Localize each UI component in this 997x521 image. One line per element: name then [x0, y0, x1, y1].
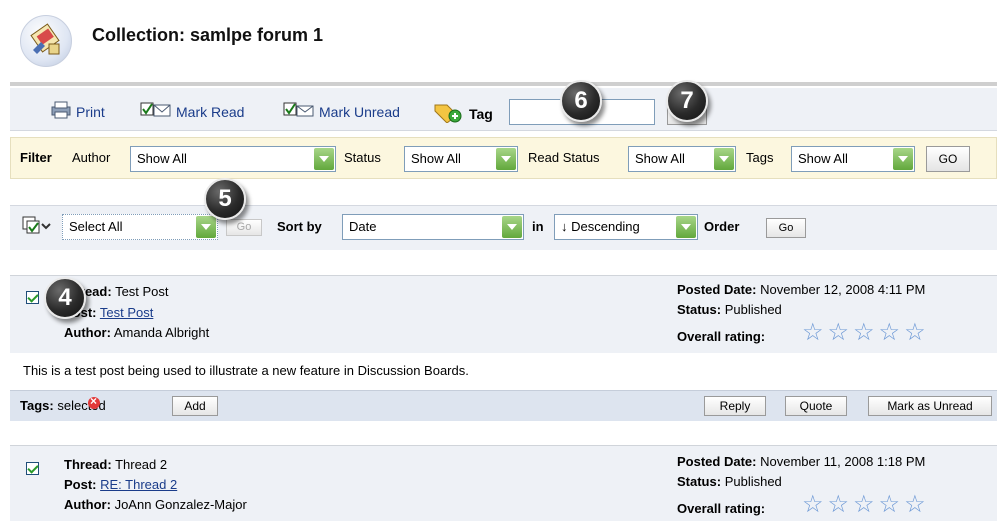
tag-label: Tag	[469, 105, 493, 122]
discussion-collection-icon	[20, 15, 72, 67]
sort-go-button[interactable]: Go	[766, 218, 806, 238]
chevron-down-icon	[314, 148, 334, 170]
select-go-button-disabled[interactable]: Go	[226, 219, 262, 236]
status-label: Status	[344, 150, 381, 165]
mark-read-button[interactable]: Mark Read	[140, 101, 244, 122]
star-icon[interactable]: ☆	[904, 321, 926, 345]
post-2-status: Status: Published	[677, 474, 782, 489]
callout-7: 7	[666, 80, 708, 122]
post-2-rating-label: Overall rating:	[677, 501, 766, 516]
status-select[interactable]: Show All	[404, 146, 518, 172]
add-tag-icon	[433, 101, 465, 126]
tag-label-group: Tag	[433, 101, 493, 126]
callout-5: 5	[204, 178, 246, 220]
tags-filter-label: Tags	[746, 150, 774, 165]
post-1-tags-bar	[10, 390, 997, 421]
author-label: Author	[72, 150, 111, 165]
post-1-link[interactable]: Test Post	[100, 305, 153, 320]
post-2-rating-stars[interactable]: ☆ ☆ ☆ ☆ ☆	[802, 493, 926, 517]
author-select-value: Show All	[137, 151, 187, 166]
post-1-body: This is a test post being used to illust…	[23, 363, 469, 378]
add-tag-button[interactable]: Add	[172, 396, 218, 416]
callout-6: 6	[560, 80, 602, 122]
star-icon[interactable]: ☆	[904, 493, 926, 517]
mark-read-icon	[140, 101, 172, 122]
filter-go-button[interactable]: GO	[926, 146, 970, 172]
read-status-label: Read Status	[528, 150, 600, 165]
mark-unread-button[interactable]: Mark Unread	[283, 101, 400, 122]
star-icon[interactable]: ☆	[879, 493, 901, 517]
read-status-select[interactable]: Show All	[628, 146, 736, 172]
read-status-select-value: Show All	[635, 151, 685, 166]
status-select-value: Show All	[411, 151, 461, 166]
star-icon[interactable]: ☆	[802, 493, 824, 517]
mark-unread-icon	[283, 101, 315, 122]
mark-read-label: Mark Read	[176, 103, 245, 120]
post-2-post: Post: RE: Thread 2	[64, 477, 178, 492]
sort-field-value: Date	[349, 219, 377, 234]
remove-tag-icon[interactable]	[88, 394, 100, 409]
print-icon	[50, 101, 72, 122]
print-label: Print	[76, 103, 105, 120]
mark-as-unread-button[interactable]: Mark as Unread	[868, 396, 992, 416]
author-select[interactable]: Show All	[130, 146, 336, 172]
print-button[interactable]: Print	[50, 101, 105, 122]
post-2-link[interactable]: RE: Thread 2	[100, 477, 177, 492]
star-icon[interactable]: ☆	[879, 321, 901, 345]
chevron-down-icon	[196, 216, 216, 238]
mark-unread-label: Mark Unread	[319, 103, 400, 120]
post-2-posted-date: Posted Date: November 11, 2008 1:18 PM	[677, 454, 926, 469]
chevron-down-icon	[502, 216, 522, 238]
filter-label: Filter	[20, 150, 52, 165]
tags-filter-select[interactable]: Show All	[791, 146, 915, 172]
page-title: Collection: samlpe forum 1	[92, 25, 324, 45]
post-1-rating-stars[interactable]: ☆ ☆ ☆ ☆ ☆	[802, 321, 926, 345]
post-1-rating-label: Overall rating:	[677, 329, 766, 344]
chevron-down-icon	[893, 148, 913, 170]
star-icon[interactable]: ☆	[828, 493, 850, 517]
tags-select-value: Show All	[798, 151, 848, 166]
post-1-author: Author: Amanda Albright	[64, 325, 210, 340]
header-divider	[10, 82, 997, 86]
sort-order-value: ↓ Descending	[561, 219, 640, 234]
select-all-value: Select All	[69, 219, 123, 234]
star-icon[interactable]: ☆	[853, 321, 875, 345]
sort-by-label: Sort by	[277, 219, 322, 234]
star-icon[interactable]: ☆	[802, 321, 824, 345]
chevron-down-icon	[676, 216, 696, 238]
post-2-thread: Thread: Thread 2	[64, 457, 168, 472]
reply-button[interactable]: Reply	[704, 396, 766, 416]
sort-field-select[interactable]: Date	[342, 214, 524, 240]
post-2-author: Author: JoAnn Gonzalez-Major	[64, 497, 247, 512]
select-all-dropdown[interactable]: Select All	[62, 214, 218, 240]
post-1-status: Status: Published	[677, 302, 782, 317]
in-label: in	[532, 219, 544, 234]
quote-button[interactable]: Quote	[785, 396, 847, 416]
sort-order-select[interactable]: ↓ Descending	[554, 214, 698, 240]
chevron-down-icon	[496, 148, 516, 170]
order-label: Order	[704, 219, 740, 234]
post-1-posted-date: Posted Date: November 12, 2008 4:11 PM	[677, 282, 926, 297]
star-icon[interactable]: ☆	[853, 493, 875, 517]
star-icon[interactable]: ☆	[828, 321, 850, 345]
callout-4: 4	[44, 277, 86, 319]
post-2-checkbox[interactable]	[26, 462, 39, 475]
chevron-down-icon	[714, 148, 734, 170]
select-checkbox-icon	[22, 216, 52, 241]
post-1-checkbox[interactable]	[26, 291, 39, 304]
